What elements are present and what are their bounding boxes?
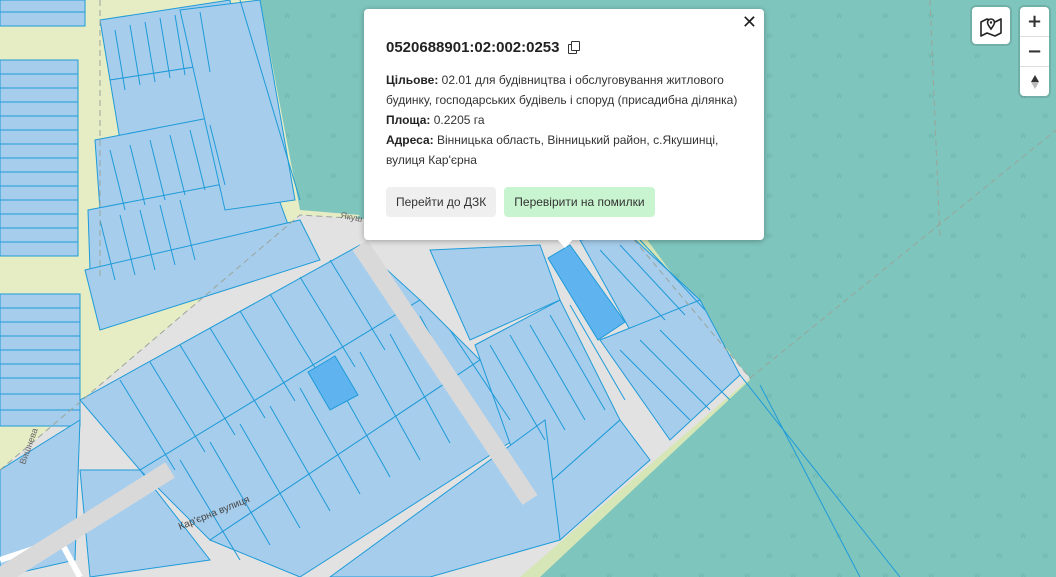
go-to-dzk-button[interactable]: Перейти до ДЗК [386, 187, 497, 217]
area-row: Площа: 0.2205 га [386, 110, 742, 130]
layers-control[interactable] [972, 7, 1010, 44]
purpose-label: Цільове: [386, 73, 439, 87]
purpose-row: Цільове: 02.01 для будівництва і обслуго… [386, 70, 742, 110]
check-errors-button[interactable]: Перевірити на помилки [504, 187, 655, 217]
zoom-controls: + − [1020, 7, 1049, 96]
map-layers-icon[interactable] [979, 15, 1003, 37]
cadastral-number: 0520688901:02:002:0253 [386, 39, 560, 56]
address-value: Вінницька область, Вінницький район, с.Я… [386, 133, 719, 167]
address-row: Адреса: Вінницька область, Вінницький ра… [386, 130, 742, 170]
address-label: Адреса: [386, 133, 434, 147]
popup-pointer [556, 238, 574, 248]
copy-icon[interactable] [567, 41, 580, 54]
compass-button[interactable] [1020, 66, 1049, 96]
parcels-west[interactable] [0, 0, 86, 427]
compass-icon [1030, 74, 1039, 89]
zoom-out-button[interactable]: − [1020, 36, 1049, 66]
parcel-info: Цільове: 02.01 для будівництва і обслуго… [386, 70, 742, 170]
parcel-popup: ✕ 0520688901:02:002:0253 Цільове: 02.01 … [364, 9, 764, 240]
close-icon[interactable]: ✕ [742, 14, 757, 32]
purpose-value: 02.01 для будівництва і обслуговування ж… [386, 73, 738, 107]
area-value: 0.2205 га [433, 113, 485, 127]
area-label: Площа: [386, 113, 431, 127]
zoom-in-button[interactable]: + [1020, 7, 1049, 36]
